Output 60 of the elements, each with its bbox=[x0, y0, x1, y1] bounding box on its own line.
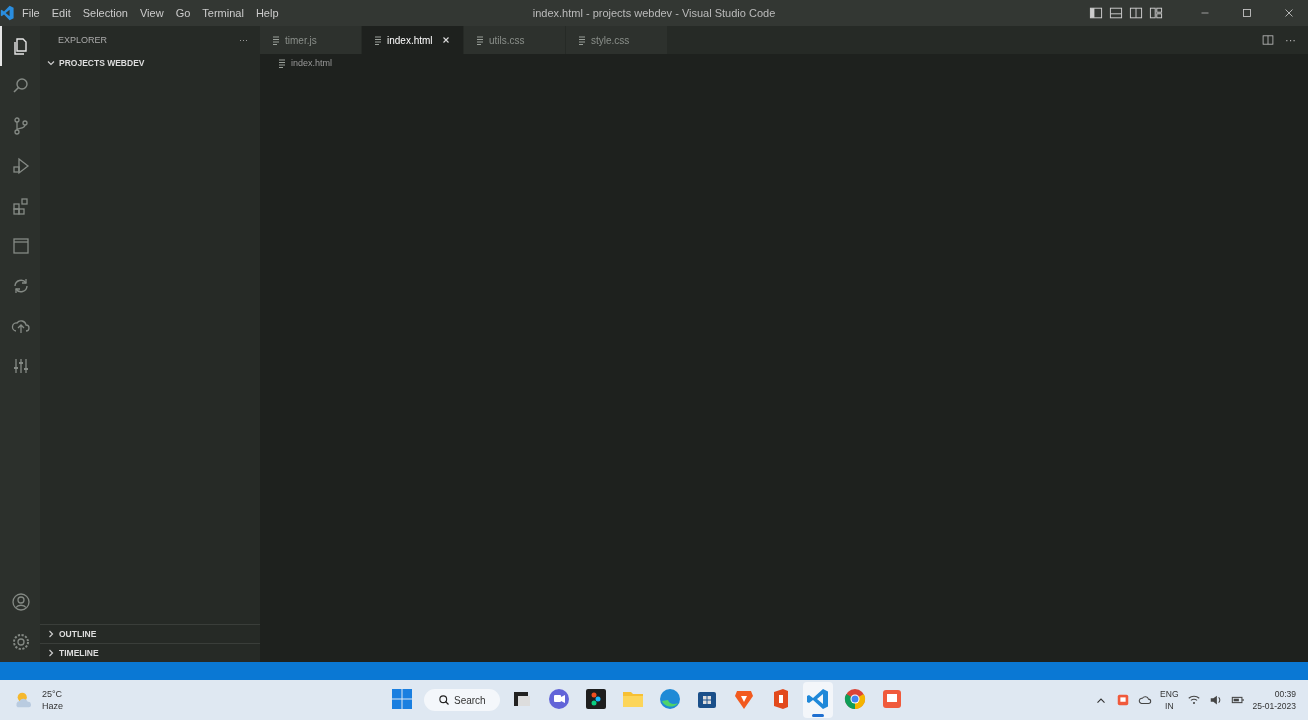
folder-header[interactable]: PROJECTS WEBDEV bbox=[59, 58, 145, 68]
section-header[interactable]: TIMELINE bbox=[59, 648, 99, 658]
section-header[interactable]: OUTLINE bbox=[59, 629, 97, 639]
file-lines-icon bbox=[272, 35, 280, 45]
wifi-icon[interactable] bbox=[1186, 693, 1201, 707]
weather-condition: Haze bbox=[42, 700, 63, 712]
language-indicator[interactable]: ENG bbox=[1160, 688, 1179, 700]
window-title: index.html - projects webdev - Visual Studio Code bbox=[532, 7, 776, 19]
region-indicator[interactable]: IN bbox=[1165, 700, 1174, 712]
search-icon bbox=[438, 694, 450, 706]
file-lines-icon bbox=[578, 35, 586, 45]
active-indicator bbox=[811, 714, 824, 717]
file-lines-icon bbox=[278, 58, 286, 68]
toggle-panel-icon[interactable] bbox=[1108, 5, 1124, 21]
menu-item[interactable]: File bbox=[16, 4, 46, 22]
editor-tab[interactable]: index.html bbox=[362, 26, 464, 54]
chat-icon[interactable] bbox=[546, 687, 571, 711]
menu-item[interactable]: Edit bbox=[45, 4, 77, 22]
clock-time[interactable]: 00:39 bbox=[1274, 688, 1296, 700]
browser-swirl-icon[interactable] bbox=[657, 687, 682, 711]
extensions-icon[interactable] bbox=[11, 196, 31, 216]
taskbar-search[interactable]: Search bbox=[424, 689, 500, 711]
chevron-down-icon bbox=[46, 58, 56, 68]
sync-icon[interactable] bbox=[11, 276, 31, 296]
more-actions-button[interactable]: ··· bbox=[1285, 34, 1296, 46]
clock-date[interactable]: 25-01-2023 bbox=[1252, 700, 1296, 712]
editor-tab[interactable]: timer.js bbox=[260, 26, 362, 54]
branch-icon[interactable] bbox=[11, 116, 31, 136]
toggle-secondary-sidebar-icon[interactable] bbox=[1128, 5, 1144, 21]
toggle-sidebar-icon[interactable] bbox=[1088, 5, 1104, 21]
cloud-icon[interactable] bbox=[1138, 693, 1153, 707]
menu-item[interactable]: Go bbox=[169, 4, 197, 22]
run-debug-icon[interactable] bbox=[11, 156, 31, 176]
file-lines-icon bbox=[374, 35, 382, 45]
sliders-icon[interactable] bbox=[11, 356, 31, 376]
split-editor-icon[interactable] bbox=[1261, 33, 1275, 47]
vscode-logo-icon bbox=[0, 5, 16, 21]
app-tile-icon[interactable] bbox=[583, 687, 608, 711]
chrome-icon[interactable] bbox=[842, 687, 867, 711]
file-lines-icon bbox=[476, 35, 484, 45]
temperature: 25°C bbox=[42, 688, 63, 700]
editor-tab[interactable]: utils.css bbox=[464, 26, 566, 54]
menu-item[interactable]: Help bbox=[249, 4, 285, 22]
account-icon[interactable] bbox=[11, 592, 31, 612]
window-icon[interactable] bbox=[11, 236, 31, 256]
sidebar-title: EXPLORER bbox=[58, 35, 108, 45]
breadcrumb[interactable]: index.html bbox=[291, 58, 333, 68]
more-actions-button[interactable]: ··· bbox=[239, 35, 248, 45]
close-tab-icon[interactable] bbox=[441, 35, 451, 45]
menu-item[interactable]: View bbox=[133, 4, 170, 22]
tray-recorder-icon[interactable] bbox=[1116, 693, 1131, 707]
settings-icon[interactable] bbox=[11, 632, 31, 652]
editor-tab[interactable]: style.css bbox=[566, 26, 668, 54]
windows-start-icon[interactable] bbox=[390, 687, 414, 711]
layout-icon[interactable] bbox=[1148, 5, 1164, 21]
maximize-icon[interactable] bbox=[1240, 6, 1254, 20]
menu-item[interactable]: Terminal bbox=[196, 4, 250, 22]
volume-icon[interactable] bbox=[1208, 693, 1223, 707]
menu-item[interactable]: Selection bbox=[76, 4, 134, 22]
vscode-icon[interactable] bbox=[805, 687, 830, 711]
